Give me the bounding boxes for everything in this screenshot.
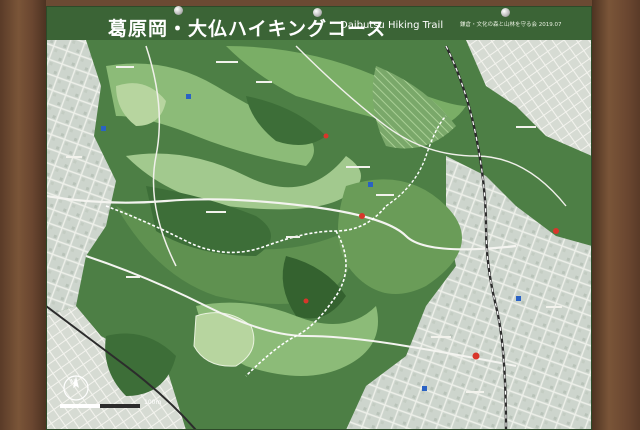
credit-date: 2019.07 [538, 22, 562, 28]
credit-text: 鎌倉・文化の森と山林を守る会 [460, 22, 538, 28]
hiking-map [46, 6, 592, 430]
poi-blue-3 [516, 296, 521, 301]
scene: 葛原岡・大仏ハイキングコース Daibutsu Hiking Trail 鎌倉・… [0, 0, 640, 430]
mounting-bolt-3 [501, 8, 510, 17]
poi-blue-2 [368, 182, 373, 187]
mounting-bolt-2 [313, 8, 322, 17]
poi-blue-1 [186, 94, 191, 99]
poi-shrine [323, 133, 329, 139]
map-title-en: Daibutsu Hiking Trail [340, 20, 444, 31]
poi-daibutsu [303, 298, 309, 304]
map-board: 葛原岡・大仏ハイキングコース Daibutsu Hiking Trail 鎌倉・… [46, 6, 592, 430]
wooden-post-left [0, 0, 46, 430]
mounting-bolt-1 [174, 6, 183, 15]
poi-temple-1 [359, 213, 365, 219]
poi-temple-2 [553, 228, 559, 234]
poi-blue-4 [101, 126, 106, 131]
wooden-post-right [592, 0, 640, 430]
map-credit: 鎌倉・文化の森と山林を守る会 2019.07 [460, 20, 562, 28]
compass-label: N [70, 378, 76, 386]
poi-station [472, 352, 480, 360]
scale-bar-segment [100, 404, 140, 408]
poi-blue-5 [422, 386, 427, 391]
scale-label: 100m [144, 399, 162, 406]
